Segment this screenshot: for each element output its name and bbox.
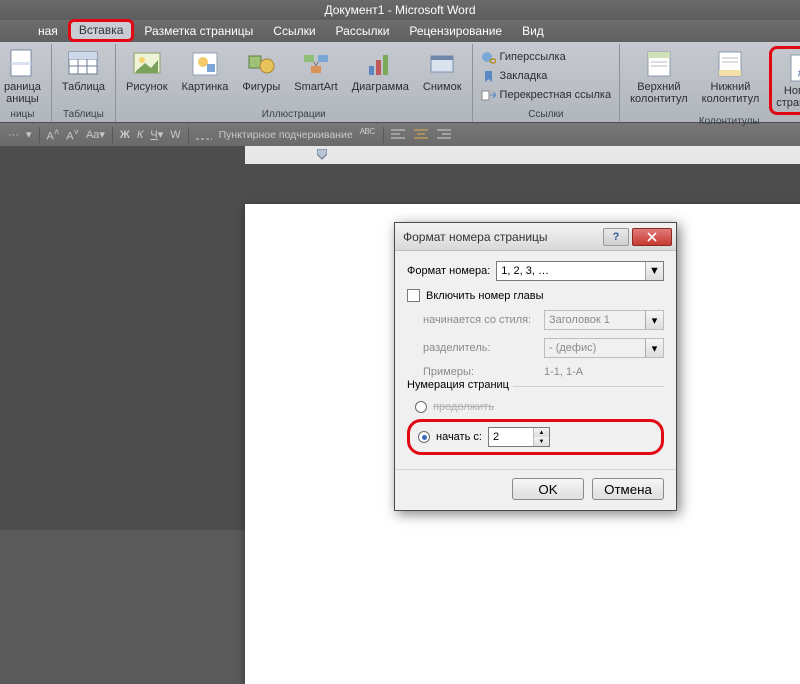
smartart-button[interactable]: SmartArt	[290, 46, 341, 96]
header-icon	[643, 48, 675, 80]
spinner-down-icon[interactable]: ▼	[534, 437, 549, 446]
tab-vstavka[interactable]: Вставка	[68, 19, 135, 42]
include-chapter-checkbox[interactable]	[407, 289, 420, 302]
align-center-icon[interactable]	[414, 127, 430, 143]
ok-button[interactable]: OK	[512, 478, 584, 500]
chevron-down-icon: ▼	[645, 262, 663, 280]
shapes-icon	[245, 48, 277, 80]
window-titlebar: Документ1 - Microsoft Word	[0, 0, 800, 20]
start-at-spinner[interactable]: 2 ▲▼	[488, 427, 550, 447]
chevron-down-icon: ▾	[645, 339, 663, 357]
group-links-label: Ссылки	[479, 108, 614, 122]
number-format-label: Формат номера:	[407, 265, 490, 277]
italic-button[interactable]: К	[137, 129, 143, 141]
examples-label: Примеры:	[423, 366, 538, 378]
window-title: Документ1 - Microsoft Word	[324, 3, 475, 17]
number-format-combo[interactable]: 1, 2, 3, … ▼	[496, 261, 664, 281]
picture-icon	[131, 48, 163, 80]
continue-radio[interactable]	[415, 401, 427, 413]
screenshot-button[interactable]: Снимок	[419, 46, 466, 96]
numbering-legend: Нумерация страниц	[407, 379, 513, 391]
picture-button[interactable]: Рисунок	[122, 46, 172, 96]
continue-label: продолжить	[433, 401, 494, 413]
header-button[interactable]: Верхнийколонтитул	[626, 46, 692, 107]
dialog-close-button[interactable]	[632, 228, 672, 246]
table-icon	[67, 48, 99, 80]
group-illustrations-label: Иллюстрации	[122, 108, 466, 122]
font-a-upper[interactable]: A˄	[47, 127, 60, 143]
cancel-button[interactable]: Отмена	[592, 478, 664, 500]
group-illustrations: Рисунок Картинка Фигуры SmartArt Диаграм…	[116, 44, 473, 122]
shapes-button[interactable]: Фигуры	[238, 46, 284, 96]
chart-button[interactable]: Диаграмма	[348, 46, 413, 96]
examples-value: 1-1, 1-A	[544, 366, 583, 378]
footer-icon	[714, 48, 746, 80]
abc-icon[interactable]: ABC	[360, 127, 376, 143]
separator-combo: - (дефис) ▾	[544, 338, 664, 358]
tab-rassylki[interactable]: Рассылки	[326, 21, 400, 42]
bookmark-button[interactable]: Закладка	[479, 67, 614, 85]
crossref-icon	[481, 89, 496, 102]
page-icon	[6, 48, 38, 80]
group-headerfooter: Верхнийколонтитул Нижнийколонтитул # Ном…	[620, 44, 800, 122]
group-tables: Таблица Таблицы	[52, 44, 116, 122]
group-pages-label: ницы	[0, 108, 45, 122]
tab-ssylki[interactable]: Ссылки	[263, 21, 325, 42]
group-pages: раницааницы ницы	[0, 44, 52, 122]
ribbon-tabs: ная Вставка Разметка страницы Ссылки Рас…	[0, 20, 800, 42]
smartart-icon	[300, 48, 332, 80]
font-a-lower[interactable]: A˅	[66, 127, 79, 143]
footer-button[interactable]: Нижнийколонтитул	[698, 46, 764, 107]
bookmark-icon	[481, 70, 496, 83]
horizontal-ruler[interactable]	[0, 146, 800, 164]
globe-link-icon	[481, 51, 496, 64]
page-number-format-dialog: Формат номера страницы ? Формат номера: …	[394, 222, 677, 511]
hyperlink-button[interactable]: Гиперссылка	[479, 48, 614, 66]
bold-button[interactable]: Ж	[120, 129, 130, 141]
spinner-up-icon[interactable]: ▲	[534, 428, 549, 437]
strike-button[interactable]: W	[170, 129, 180, 141]
crossref-button[interactable]: Перекрестная ссылка	[479, 86, 614, 104]
screenshot-icon	[426, 48, 458, 80]
start-at-label: начать с:	[436, 431, 482, 443]
dashed-underline-label[interactable]: Пунктирное подчеркивание	[219, 129, 353, 141]
start-at-radio[interactable]	[418, 431, 430, 443]
start-at-value: 2	[493, 431, 499, 443]
page-number-button[interactable]: # Номерстраницы	[769, 46, 800, 115]
table-button[interactable]: Таблица	[58, 46, 109, 96]
align-left-icon[interactable]	[391, 127, 407, 143]
chevron-down-icon: ▾	[645, 311, 663, 329]
tab-razmetka[interactable]: Разметка страницы	[134, 21, 263, 42]
start-at-highlight: начать с: 2 ▲▼	[407, 419, 664, 455]
include-chapter-label: Включить номер главы	[426, 290, 544, 302]
dialog-title: Формат номера страницы	[403, 230, 603, 244]
page-number-icon: #	[785, 52, 800, 84]
tab-vid[interactable]: Вид	[512, 21, 554, 42]
page-break-button[interactable]: раницааницы	[0, 46, 45, 107]
clipart-button[interactable]: Картинка	[178, 46, 233, 96]
group-links: Гиперссылка Закладка Перекрестная ссылка…	[473, 44, 621, 122]
indent-marker-icon[interactable]	[317, 149, 327, 161]
underline-button[interactable]: Ч▾	[150, 128, 163, 141]
clipart-icon	[189, 48, 221, 80]
group-tables-label: Таблицы	[58, 108, 109, 122]
font-name-partial: ···	[8, 129, 19, 141]
starts-style-label: начинается со стиля:	[423, 314, 538, 326]
separator-label: разделитель:	[423, 342, 538, 354]
dialog-titlebar[interactable]: Формат номера страницы ?	[395, 223, 676, 251]
chart-icon	[364, 48, 396, 80]
close-icon	[647, 232, 657, 242]
dialog-help-button[interactable]: ?	[603, 228, 629, 246]
ribbon: раницааницы ницы Таблица Таблицы Рисунок	[0, 42, 800, 122]
group-headerfooter-label: Колонтитулы	[626, 115, 800, 129]
starts-style-combo: Заголовок 1 ▾	[544, 310, 664, 330]
tab-retsenz[interactable]: Рецензирование	[399, 21, 512, 42]
tab-partial-glavnaya[interactable]: ная	[28, 21, 68, 42]
align-right-icon[interactable]	[437, 127, 453, 143]
dashed-underline-icon	[196, 127, 212, 143]
